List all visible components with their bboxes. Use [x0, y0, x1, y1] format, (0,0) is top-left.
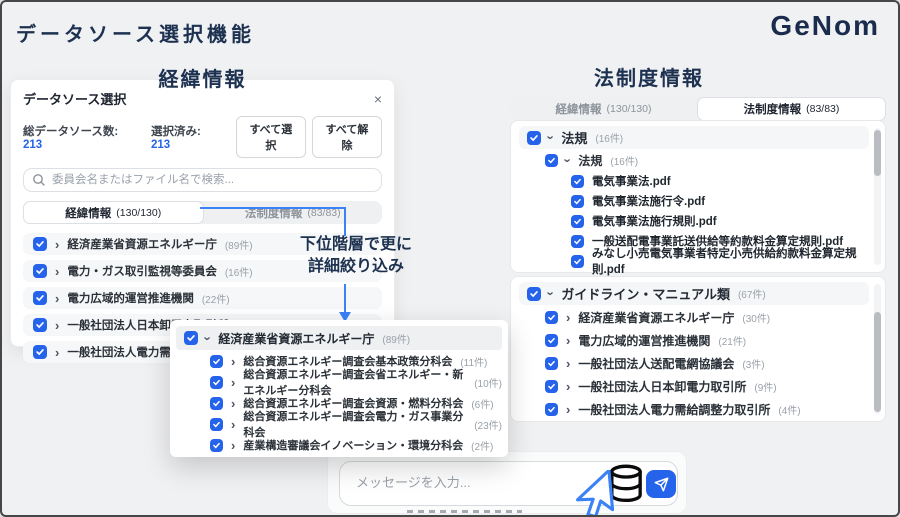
chevron-right-icon[interactable]: › [231, 376, 235, 389]
checkbox-checked-icon[interactable] [33, 291, 47, 305]
checkbox-checked-icon[interactable] [571, 195, 584, 208]
checkbox-checked-icon[interactable] [210, 439, 223, 452]
checkbox-checked-icon[interactable] [184, 331, 198, 345]
drilldown-annotation: 下位階層で更に 詳細絞り込み [288, 234, 424, 277]
clear-all-button[interactable]: すべて解除 [312, 116, 382, 158]
select-all-button[interactable]: すべて選択 [236, 116, 306, 158]
right-section-label: 法制度情報 [564, 62, 734, 91]
file-row[interactable]: 電気事業法施行規則.pdf [571, 211, 869, 231]
checkbox-checked-icon[interactable] [545, 403, 558, 416]
chevron-right-icon[interactable]: › [55, 346, 59, 359]
page-title: データソース選択機能 [16, 18, 255, 47]
chevron-right-icon[interactable]: › [566, 403, 570, 416]
checkbox-checked-icon[interactable] [571, 255, 584, 268]
tree-item[interactable]: › 電力広域的運営推進機関 (21件) [545, 329, 869, 351]
slide-frame: データソース選択機能 GeNom 経緯情報 法制度情報 データソース選択 × 総… [0, 0, 900, 517]
chevron-right-icon[interactable]: › [231, 355, 235, 368]
send-button[interactable] [646, 470, 676, 498]
close-icon[interactable]: × [374, 92, 382, 106]
message-input[interactable] [354, 474, 588, 491]
chevron-down-icon[interactable]: › [545, 135, 558, 139]
checkbox-checked-icon[interactable] [571, 215, 584, 228]
checkbox-checked-icon[interactable] [571, 175, 584, 188]
chevron-right-icon[interactable]: › [566, 334, 570, 347]
tab-keii-joho[interactable]: 経緯情報 (130/130) [510, 97, 697, 121]
checkbox-checked-icon[interactable] [33, 318, 47, 332]
scrollbar-track[interactable] [874, 284, 881, 414]
checkbox-checked-icon[interactable] [545, 357, 558, 370]
chevron-right-icon[interactable]: › [566, 380, 570, 393]
search-box [23, 168, 382, 192]
chevron-down-icon[interactable]: › [562, 158, 575, 162]
checkbox-checked-icon[interactable] [545, 334, 558, 347]
checkbox-checked-icon[interactable] [545, 380, 558, 393]
file-row[interactable]: 電気事業法施行令.pdf [571, 191, 869, 211]
checkbox-checked-icon[interactable] [33, 345, 47, 359]
genom-logo: GeNom [770, 10, 880, 42]
tree-item[interactable]: › 一般社団法人電力需給調整力取引所 (4件) [545, 398, 869, 420]
checkbox-checked-icon[interactable] [527, 287, 541, 301]
chevron-down-icon[interactable]: › [545, 291, 558, 295]
tree-item[interactable]: › 一般社団法人送配電網協議会 (3件) [545, 352, 869, 374]
total-count: 総データソース数: 213 [23, 123, 135, 151]
scrollbar-thumb[interactable] [874, 312, 881, 412]
popup-tree-item[interactable]: › 産業構造審議会イノベーション・環境分科会 (2件) [210, 435, 502, 455]
dialog-title: データソース選択 [23, 89, 126, 108]
checkbox-checked-icon[interactable] [33, 264, 47, 278]
checkbox-checked-icon[interactable] [210, 355, 223, 368]
checkbox-checked-icon[interactable] [527, 131, 541, 145]
selected-count: 選択済み: 213 [151, 123, 220, 151]
file-row[interactable]: 電気事業法.pdf [571, 171, 869, 191]
left-section-label: 経緯情報 [120, 63, 285, 92]
chevron-right-icon[interactable]: › [55, 238, 59, 251]
right-panel-tabs: 経緯情報 (130/130) 法制度情報 (83/83) [510, 97, 886, 121]
tree-item[interactable]: › 経済産業省資源エネルギー庁 (30件) [545, 306, 869, 328]
stats-row: 総データソース数: 213 選択済み: 213 すべて選択 すべて解除 [23, 116, 382, 158]
scrollbar-thumb[interactable] [874, 130, 881, 176]
chevron-right-icon[interactable]: › [231, 418, 235, 431]
laws-group-card: › 法規 (16件) › 法規 (16件) 電気事業法.pdf 電気事業法施行令… [510, 120, 886, 273]
chevron-right-icon[interactable]: › [55, 265, 59, 278]
checkbox-checked-icon[interactable] [545, 154, 558, 167]
chevron-right-icon[interactable]: › [566, 311, 570, 324]
checkbox-checked-icon[interactable] [210, 418, 223, 431]
chevron-right-icon[interactable]: › [55, 319, 59, 332]
tab-keii-joho[interactable]: 経緯情報 (130/130) [23, 201, 204, 224]
nested-group-row[interactable]: › 法規 (16件) [545, 150, 869, 171]
clipped-caption-text [407, 510, 522, 513]
chevron-right-icon[interactable]: › [55, 292, 59, 305]
chevron-right-icon[interactable]: › [231, 439, 235, 452]
checkbox-checked-icon[interactable] [545, 311, 558, 324]
tree-item[interactable]: › 一般社団法人日本卸電力取引所 (9件) [545, 375, 869, 397]
chevron-down-icon[interactable]: › [202, 336, 215, 340]
popup-tree-item[interactable]: › 総合資源エネルギー調査会省エネルギー・新エネルギー分科会 (10件) [210, 372, 502, 392]
tab-hoseido-joho[interactable]: 法制度情報 (83/83) [697, 97, 886, 121]
search-icon [32, 173, 46, 187]
group-header-row[interactable]: › 法規 (16件) [519, 126, 869, 149]
chevron-right-icon[interactable]: › [566, 357, 570, 370]
popup-tree-item[interactable]: › 総合資源エネルギー調査会電力・ガス事業分科会 (23件) [210, 414, 502, 434]
search-input[interactable] [23, 168, 382, 192]
file-row[interactable]: みなし小売電気事業者特定小売供給約款料金算定規則.pdf [571, 251, 869, 271]
group-header-row[interactable]: › ガイドライン・マニュアル類 (67件) [519, 282, 869, 305]
guidelines-group-card: › ガイドライン・マニュアル類 (67件) › 経済産業省資源エネルギー庁 (3… [510, 276, 886, 422]
popup-header-row[interactable]: › 経済産業省資源エネルギー庁 (89件) [176, 326, 502, 350]
mouse-cursor-icon [558, 470, 630, 517]
send-icon [654, 477, 669, 492]
checkbox-checked-icon[interactable] [33, 237, 47, 251]
chevron-right-icon[interactable]: › [231, 397, 235, 410]
drilldown-popup: › 経済産業省資源エネルギー庁 (89件) › 総合資源エネルギー調査会基本政策… [170, 320, 508, 457]
checkbox-checked-icon[interactable] [571, 235, 584, 248]
checkbox-checked-icon[interactable] [210, 376, 223, 389]
checkbox-checked-icon[interactable] [210, 397, 223, 410]
scrollbar-track[interactable] [874, 128, 881, 265]
